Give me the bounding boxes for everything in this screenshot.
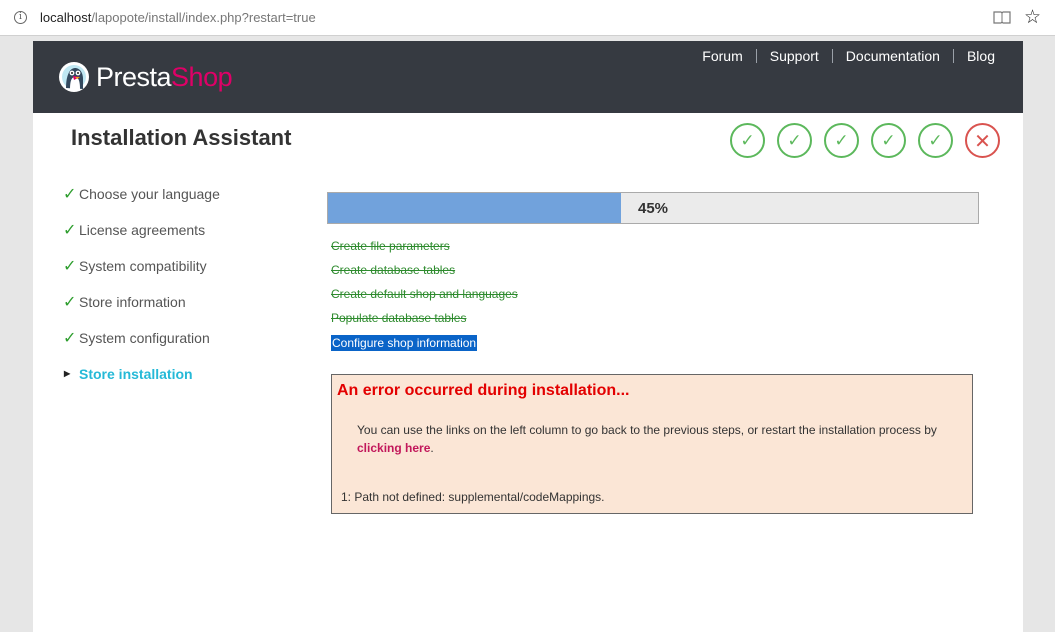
installer-page: Presta Shop Forum Support Documentation B… [33, 41, 1023, 632]
url-path: /lapopote/install/index.php?restart=true [91, 10, 316, 25]
caret-right-icon: ▶ [64, 369, 71, 378]
sidebar-item-label: Choose your language [79, 186, 220, 202]
task-create-database-tables: Create database tables [331, 263, 456, 277]
checkmark-icon: ✓ [63, 184, 77, 203]
info-icon[interactable]: i [14, 11, 27, 24]
sidebar-item-label: System compatibility [79, 258, 207, 274]
nav-link-blog[interactable]: Blog [954, 49, 995, 63]
error-message-end: . [430, 441, 434, 455]
step-done-check-icon: ✓ [777, 123, 812, 158]
sidebar-item-label: Store installation [79, 366, 193, 382]
step-sidebar: ✓ Choose your language ✓ License agreement… [63, 184, 220, 402]
step-done-check-icon: ✓ [871, 123, 906, 158]
bookmark-star-icon[interactable]: ☆ [1024, 6, 1041, 28]
browser-address-bar: i localhost/lapopote/install/index.php?r… [0, 0, 1055, 36]
sidebar-item-store-installation[interactable]: ▶ Store installation [63, 366, 220, 402]
checkmark-icon: ✓ [63, 328, 77, 347]
sidebar-item-store-information[interactable]: ✓ Store information [63, 292, 220, 330]
reader-view-icon[interactable] [993, 10, 1011, 24]
step-done-check-icon: ✓ [918, 123, 953, 158]
install-task-list: Create file parameters Create database t… [331, 238, 518, 352]
task-populate-database: Populate database tables [331, 311, 467, 325]
sidebar-item-system-configuration[interactable]: ✓ System configuration [63, 328, 220, 366]
task-configure-shop-information: Configure shop information [331, 335, 478, 351]
step-done-check-icon: ✓ [824, 123, 859, 158]
progress-fill [328, 193, 621, 223]
checkmark-icon: ✓ [63, 256, 77, 275]
step-status-indicators: ✓ ✓ ✓ ✓ ✓ ✕ [730, 123, 1000, 158]
logo-text-shop: Shop [171, 61, 233, 92]
top-header: Presta Shop Forum Support Documentation B… [33, 41, 1023, 113]
task-create-default-shop: Create default shop and languages [331, 287, 518, 301]
step-done-check-icon: ✓ [730, 123, 765, 158]
nav-link-support[interactable]: Support [757, 49, 833, 63]
url-field[interactable]: localhost/lapopote/install/index.php?res… [40, 10, 316, 25]
puffin-logo-icon [59, 62, 89, 92]
error-message-text: You can use the links on the left column… [357, 423, 937, 437]
sidebar-item-compatibility[interactable]: ✓ System compatibility [63, 256, 220, 294]
install-progress-bar: 45% [327, 192, 979, 224]
page-title: Installation Assistant [71, 125, 292, 150]
sidebar-item-label: Store information [79, 294, 186, 310]
step-error-cross-icon: ✕ [965, 123, 1000, 158]
top-navigation: Forum Support Documentation Blog [689, 49, 995, 63]
checkmark-icon: ✓ [63, 220, 77, 239]
error-title: An error occurred during installation... [337, 382, 630, 399]
url-host: localhost [40, 10, 92, 25]
error-detail: 1: Path not defined: supplemental/codeMa… [341, 490, 605, 504]
sidebar-item-license[interactable]: ✓ License agreements [63, 220, 220, 258]
nav-link-forum[interactable]: Forum [689, 49, 757, 63]
checkmark-icon: ✓ [63, 292, 77, 311]
task-create-file-parameters: Create file parameters [331, 239, 450, 253]
sidebar-item-label: System configuration [79, 330, 210, 346]
progress-percent: 45% [638, 200, 669, 217]
error-message: You can use the links on the left column… [357, 421, 947, 457]
sidebar-item-language[interactable]: ✓ Choose your language [63, 184, 220, 222]
error-alert: An error occurred during installation...… [331, 374, 973, 514]
restart-link[interactable]: clicking here [357, 441, 430, 455]
logo-text-presta: Presta [96, 61, 172, 92]
sidebar-item-label: License agreements [79, 222, 206, 238]
nav-link-documentation[interactable]: Documentation [833, 49, 954, 63]
prestashop-logo[interactable]: Presta Shop [58, 61, 233, 93]
